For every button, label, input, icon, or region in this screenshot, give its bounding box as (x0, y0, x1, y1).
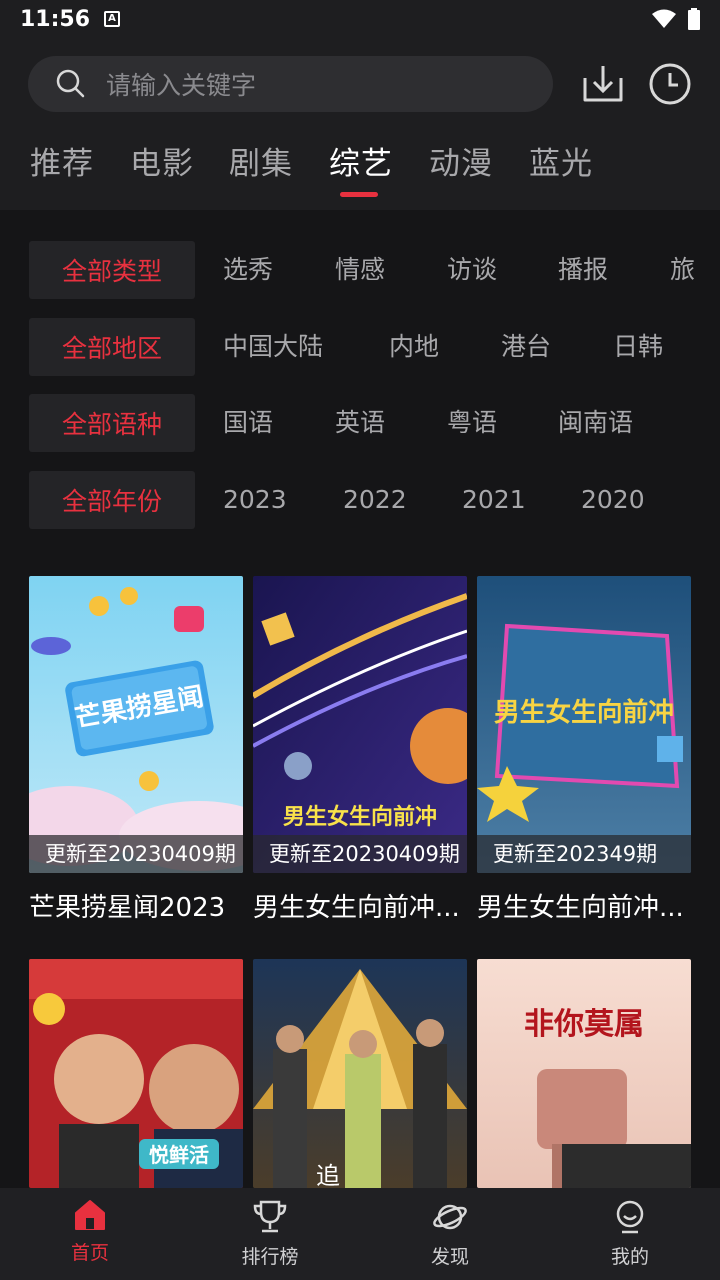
filter-option[interactable]: 日韩 (613, 318, 663, 376)
show-card[interactable]: 男生女生向前冲 更新至202349期 男生女生向前冲... (477, 576, 691, 924)
tab-anime[interactable]: 动漫 (429, 138, 493, 183)
show-card[interactable]: 男生女生向前冲 更新至20230409期 男生女生向前冲... (253, 576, 467, 924)
active-tab-indicator (340, 192, 378, 197)
poster-image[interactable]: 非你莫属 (477, 959, 691, 1188)
poster-text: 悦鲜活 (149, 1143, 209, 1167)
user-icon (616, 1200, 644, 1234)
nav-label: 排行榜 (241, 1246, 299, 1268)
update-badge: 更新至20230409期 (253, 835, 467, 873)
show-card[interactable]: 悦鲜活 (29, 959, 243, 1188)
poster-image[interactable]: 男生女生向前冲 更新至20230409期 (253, 576, 467, 873)
nav-label: 首页 (70, 1242, 109, 1264)
filter-option[interactable]: 闽南语 (558, 394, 633, 452)
filter-all-year[interactable]: 全部年份 (29, 471, 195, 529)
status-bar: 11:56 A (0, 0, 720, 38)
card-title[interactable]: 芒果捞星闻2023 (29, 887, 243, 924)
planet-icon (433, 1204, 467, 1230)
tab-movie[interactable]: 电影 (130, 138, 194, 183)
filter-option[interactable]: 选秀 (223, 241, 273, 299)
update-badge: 更新至202349期 (477, 835, 691, 873)
tab-series[interactable]: 剧集 (229, 138, 293, 183)
filter-row-year: 全部年份 2023 2022 2021 2020 (0, 471, 720, 529)
filter-row-region: 全部地区 中国大陆 内地 港台 日韩 (0, 318, 720, 376)
update-badge: 更新至20230409期 (29, 835, 243, 873)
bottom-navigation: 首页 排行榜 发现 我的 (0, 1188, 720, 1280)
filter-row-language: 全部语种 国语 英语 粤语 闽南语 (0, 394, 720, 452)
nav-discover[interactable]: 发现 (390, 1188, 510, 1280)
tab-bluray[interactable]: 蓝光 (529, 138, 593, 183)
download-icon[interactable] (581, 62, 625, 106)
wifi-icon (652, 9, 676, 28)
tab-recommend[interactable]: 推荐 (30, 138, 94, 183)
poster-text: 追 (316, 1162, 340, 1188)
filter-option[interactable]: 2021 (462, 471, 526, 529)
filter-option[interactable]: 旅 (670, 241, 720, 299)
tab-variety[interactable]: 综艺 (329, 138, 393, 183)
nav-ranking[interactable]: 排行榜 (210, 1188, 330, 1280)
poster-image[interactable]: 追 (253, 959, 467, 1188)
filter-option[interactable]: 国语 (223, 394, 273, 452)
poster-text: 非你莫属 (524, 1007, 644, 1042)
top-header: 请输入关键字 推荐 电影 剧集 综艺 动漫 蓝光 (0, 38, 720, 210)
filter-option[interactable]: 内地 (389, 318, 439, 376)
trophy-icon (253, 1200, 287, 1233)
nav-mine[interactable]: 我的 (570, 1188, 690, 1280)
show-card[interactable]: 芒果捞星闻 更新至20230409期 芒果捞星闻2023 (29, 576, 243, 924)
filter-option[interactable]: 访谈 (447, 241, 497, 299)
filter-option[interactable]: 2020 (581, 471, 645, 529)
filter-option[interactable]: 播报 (558, 241, 608, 299)
nav-label: 发现 (430, 1246, 469, 1268)
card-title[interactable]: 男生女生向前冲... (477, 887, 691, 924)
filter-option[interactable]: 英语 (335, 394, 385, 452)
home-icon (75, 1200, 105, 1230)
show-card[interactable]: 追 (253, 959, 467, 1188)
clock-icon[interactable] (648, 62, 692, 106)
category-tabs: 推荐 电影 剧集 综艺 动漫 蓝光 (0, 138, 720, 198)
nav-home[interactable]: 首页 (30, 1188, 150, 1280)
filter-all-type[interactable]: 全部类型 (29, 241, 195, 299)
filter-option[interactable]: 粤语 (447, 394, 497, 452)
filter-option[interactable]: 情感 (335, 241, 385, 299)
status-time: 11:56 (20, 6, 91, 32)
filter-row-type: 全部类型 选秀 情感 访谈 播报 旅 (0, 241, 720, 299)
filter-option[interactable]: 中国大陆 (223, 318, 323, 376)
battery-icon (688, 8, 700, 30)
poster-image[interactable]: 芒果捞星闻 更新至20230409期 (29, 576, 243, 873)
filter-option[interactable]: 港台 (501, 318, 551, 376)
filter-option[interactable]: 2023 (223, 471, 287, 529)
show-card[interactable]: 非你莫属 (477, 959, 691, 1188)
filter-all-language[interactable]: 全部语种 (29, 394, 195, 452)
notification-a-icon: A (104, 11, 121, 27)
search-icon (56, 69, 85, 98)
search-placeholder[interactable]: 请输入关键字 (106, 66, 256, 102)
poster-image[interactable]: 悦鲜活 (29, 959, 243, 1188)
filter-all-region[interactable]: 全部地区 (29, 318, 195, 376)
poster-image[interactable]: 男生女生向前冲 更新至202349期 (477, 576, 691, 873)
poster-text: 男生女生向前冲 (494, 697, 674, 728)
card-title[interactable]: 男生女生向前冲... (253, 887, 467, 924)
nav-label: 我的 (610, 1246, 649, 1268)
search-bar[interactable]: 请输入关键字 (28, 56, 553, 112)
poster-text: 男生女生向前冲 (283, 804, 437, 830)
filter-option[interactable]: 2022 (343, 471, 407, 529)
